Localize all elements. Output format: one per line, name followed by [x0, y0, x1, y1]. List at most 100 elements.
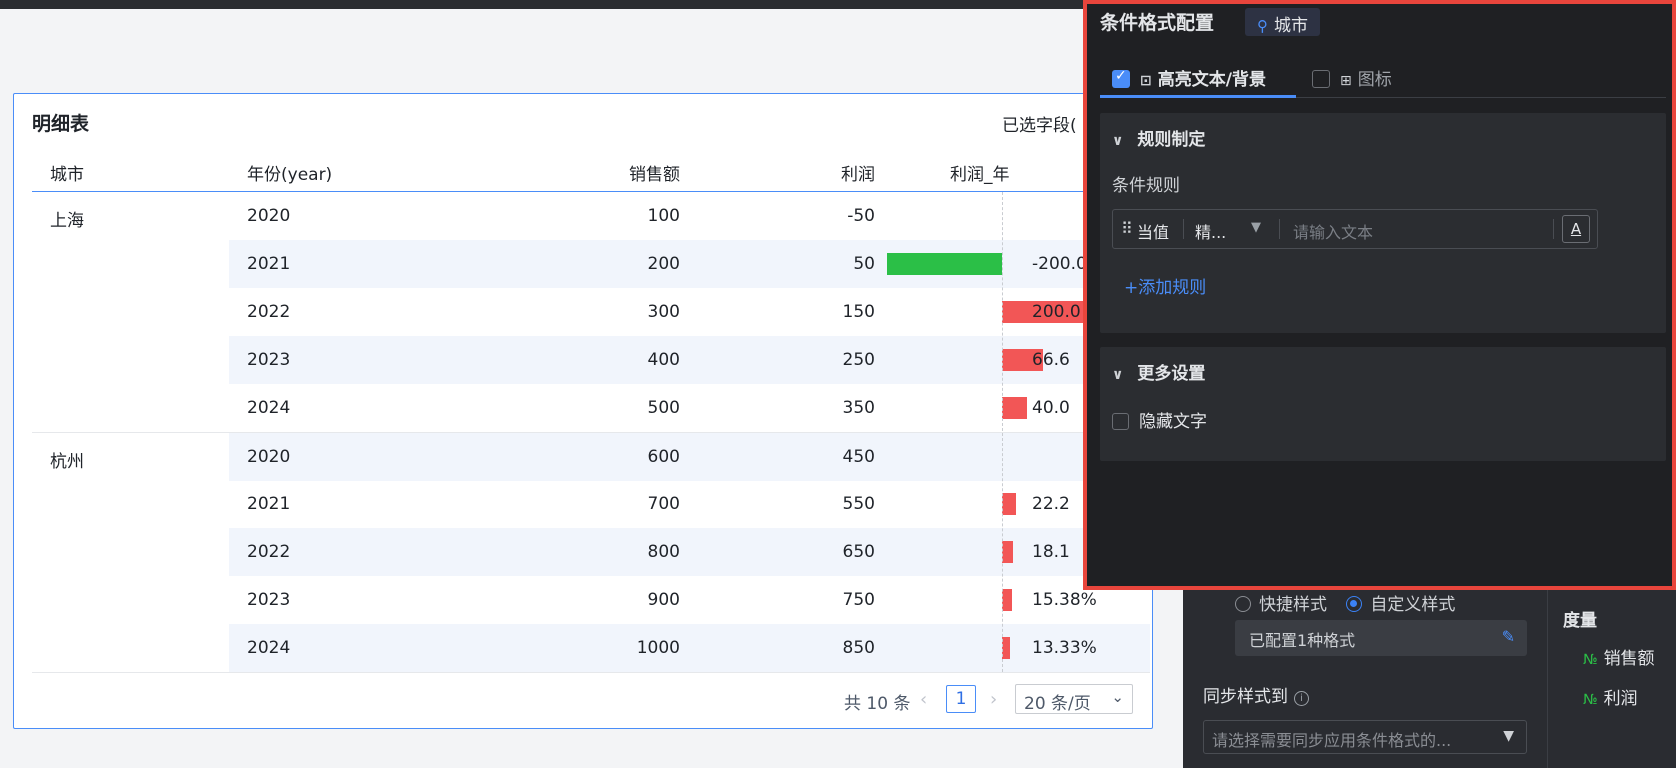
header-profit-yoy[interactable]: 利润_年 — [950, 160, 1010, 185]
table-row[interactable]: 上海 2020 100 -50 — [32, 192, 1150, 240]
measure-label: 利润 — [1603, 689, 1638, 709]
table-header: 城市 年份(year) 销售额 利润 利润_年 — [32, 150, 1150, 192]
rules-section-title: 规则制定 — [1137, 130, 1206, 150]
row-stripe — [229, 240, 1150, 288]
checkbox-unchecked-icon[interactable] — [1112, 413, 1129, 430]
header-profit[interactable]: 利润 — [841, 160, 875, 185]
data-bar — [1002, 397, 1027, 419]
cell-sales: 300 — [647, 302, 680, 322]
header-sales[interactable]: 销售额 — [629, 160, 680, 185]
more-settings-header[interactable]: ∨ 更多设置 — [1112, 359, 1205, 384]
rule-separator — [1183, 219, 1184, 239]
table-row[interactable]: 杭州 2020 600 450 — [32, 432, 1150, 481]
active-tab-underline — [1100, 95, 1296, 98]
rule-text-input[interactable]: 请输入文本 — [1293, 219, 1373, 243]
cell-year: 2020 — [247, 447, 291, 467]
numeric-field-icon: № — [1583, 692, 1598, 708]
row-stripe — [229, 624, 1150, 672]
cell-profit-yoy: 18.1 — [1032, 542, 1070, 562]
table-row[interactable]: 2024 500 350 40.0 — [32, 384, 1150, 432]
cell-profit: 250 — [842, 350, 875, 370]
cell-year: 2020 — [247, 206, 291, 226]
hide-text-checkbox[interactable]: 隐藏文字 — [1112, 407, 1207, 432]
caret-down-icon[interactable]: ▼ — [1251, 220, 1261, 235]
cell-year: 2022 — [247, 302, 291, 322]
field-tag: ⚲ 城市 — [1245, 8, 1320, 36]
tab-icon-label: 图标 — [1357, 70, 1392, 90]
chevron-down-icon: ∨ — [1112, 133, 1124, 149]
cell-year: 2023 — [247, 350, 291, 370]
edit-icon[interactable]: ✎ — [1502, 627, 1515, 646]
table-row[interactable]: 2021 200 50 -200.0 — [32, 240, 1150, 288]
tab-icon[interactable]: ⊞ 图标 — [1312, 65, 1392, 90]
tab-highlight[interactable]: ⊡ 高亮文本/背景 — [1112, 65, 1266, 90]
info-icon[interactable]: i — [1294, 691, 1309, 706]
style-mode-radios: 快捷样式 自定义样式 — [1235, 590, 1469, 615]
table-row[interactable]: 2023 400 250 66.6 — [32, 336, 1150, 384]
cell-profit-yoy: 66.6 — [1032, 350, 1070, 370]
grid-icon: ⊞ — [1340, 73, 1352, 89]
bar-axis-line — [1002, 192, 1003, 672]
rule-operator-select[interactable]: 精... — [1195, 219, 1226, 243]
data-bar — [1002, 493, 1016, 515]
checkbox-checked-icon[interactable] — [1112, 68, 1130, 88]
cell-profit-yoy: 200.0 — [1032, 302, 1081, 322]
more-settings-section: ∨ 更多设置 隐藏文字 — [1100, 347, 1666, 461]
cell-profit-yoy: 13.33% — [1032, 638, 1097, 658]
sync-style-select[interactable]: 请选择需要同步应用条件格式的... ▼ — [1203, 720, 1527, 754]
cell-year: 2022 — [247, 542, 291, 562]
cell-year: 2021 — [247, 254, 291, 274]
text-style-button[interactable]: A — [1562, 215, 1590, 243]
hide-text-label: 隐藏文字 — [1139, 412, 1207, 432]
cell-sales: 200 — [647, 254, 680, 274]
radio-custom-label: 自定义样式 — [1370, 595, 1456, 615]
table-row[interactable]: 2021 700 550 22.2 — [32, 480, 1150, 528]
table-row[interactable]: 2024 1000 850 13.33% — [32, 624, 1150, 672]
rules-section-header[interactable]: ∨ 规则制定 — [1112, 125, 1205, 150]
checkbox-unchecked-icon[interactable] — [1312, 70, 1330, 88]
radio-quick-label: 快捷样式 — [1259, 595, 1327, 615]
cell-profit: 850 — [842, 638, 875, 658]
cell-profit: 450 — [842, 447, 875, 467]
radio-quick-style[interactable]: 快捷样式 — [1235, 595, 1327, 615]
cell-year: 2024 — [247, 638, 291, 658]
conditional-format-popup: 条件格式配置 ⚲ 城市 ⊡ 高亮文本/背景 ⊞ 图标 ∨ 规则制定 条件规则 ⠿ 当值 … — [1083, 0, 1676, 590]
cell-city: 杭州 — [50, 452, 84, 472]
format-side-panel: 快捷样式 自定义样式 已配置1种格式 ✎ 同步样式到 i 请选择需要同步应用条件格… — [1183, 580, 1676, 768]
data-bar — [887, 253, 1002, 275]
rule-separator — [1553, 219, 1554, 239]
chevron-left-icon[interactable]: ‹ — [920, 689, 927, 710]
configured-formats[interactable]: 已配置1种格式 ✎ — [1235, 620, 1527, 656]
table-row[interactable]: 2023 900 750 15.38% — [32, 576, 1150, 624]
cell-year: 2021 — [247, 494, 291, 514]
panel-divider — [1547, 580, 1548, 768]
radio-on-icon — [1346, 596, 1363, 612]
chevron-down-icon: ⌄ — [1111, 688, 1124, 706]
measure-label: 销售额 — [1603, 649, 1655, 669]
chevron-right-icon[interactable]: › — [990, 689, 997, 710]
cell-year: 2023 — [247, 590, 291, 610]
drag-handle-icon[interactable]: ⠿ — [1121, 219, 1133, 238]
numeric-field-icon: № — [1583, 652, 1598, 668]
cell-sales: 600 — [647, 447, 680, 467]
cell-profit: 750 — [842, 590, 875, 610]
row-stripe — [229, 433, 1150, 481]
table-row[interactable]: 2022 300 150 200.0 — [32, 288, 1150, 336]
cell-profit-yoy: 15.38% — [1032, 590, 1097, 610]
header-year[interactable]: 年份(year) — [247, 160, 332, 185]
table-row[interactable]: 2022 800 650 18.1 — [32, 528, 1150, 576]
radio-custom-style[interactable]: 自定义样式 — [1346, 595, 1455, 615]
tab-highlight-label: 高亮文本/背景 — [1157, 70, 1266, 90]
page-button-current[interactable]: 1 — [946, 685, 976, 713]
add-rule-button[interactable]: +添加规则 — [1124, 273, 1206, 298]
header-city[interactable]: 城市 — [50, 160, 84, 185]
location-pin-icon: ⚲ — [1257, 17, 1268, 35]
cell-sales: 900 — [647, 590, 680, 610]
table-bottom-divider — [32, 672, 1150, 673]
selected-fields-label[interactable]: 已选字段( — [1002, 111, 1077, 136]
measure-item-profit[interactable]: № 利润 — [1583, 684, 1638, 709]
sync-style-text: 同步样式到 — [1203, 687, 1288, 707]
page-size-select[interactable]: 20 条/页 ⌄ — [1015, 684, 1133, 714]
chevron-down-icon: ∨ — [1112, 367, 1124, 383]
measure-item-sales[interactable]: № 销售额 — [1583, 644, 1655, 669]
